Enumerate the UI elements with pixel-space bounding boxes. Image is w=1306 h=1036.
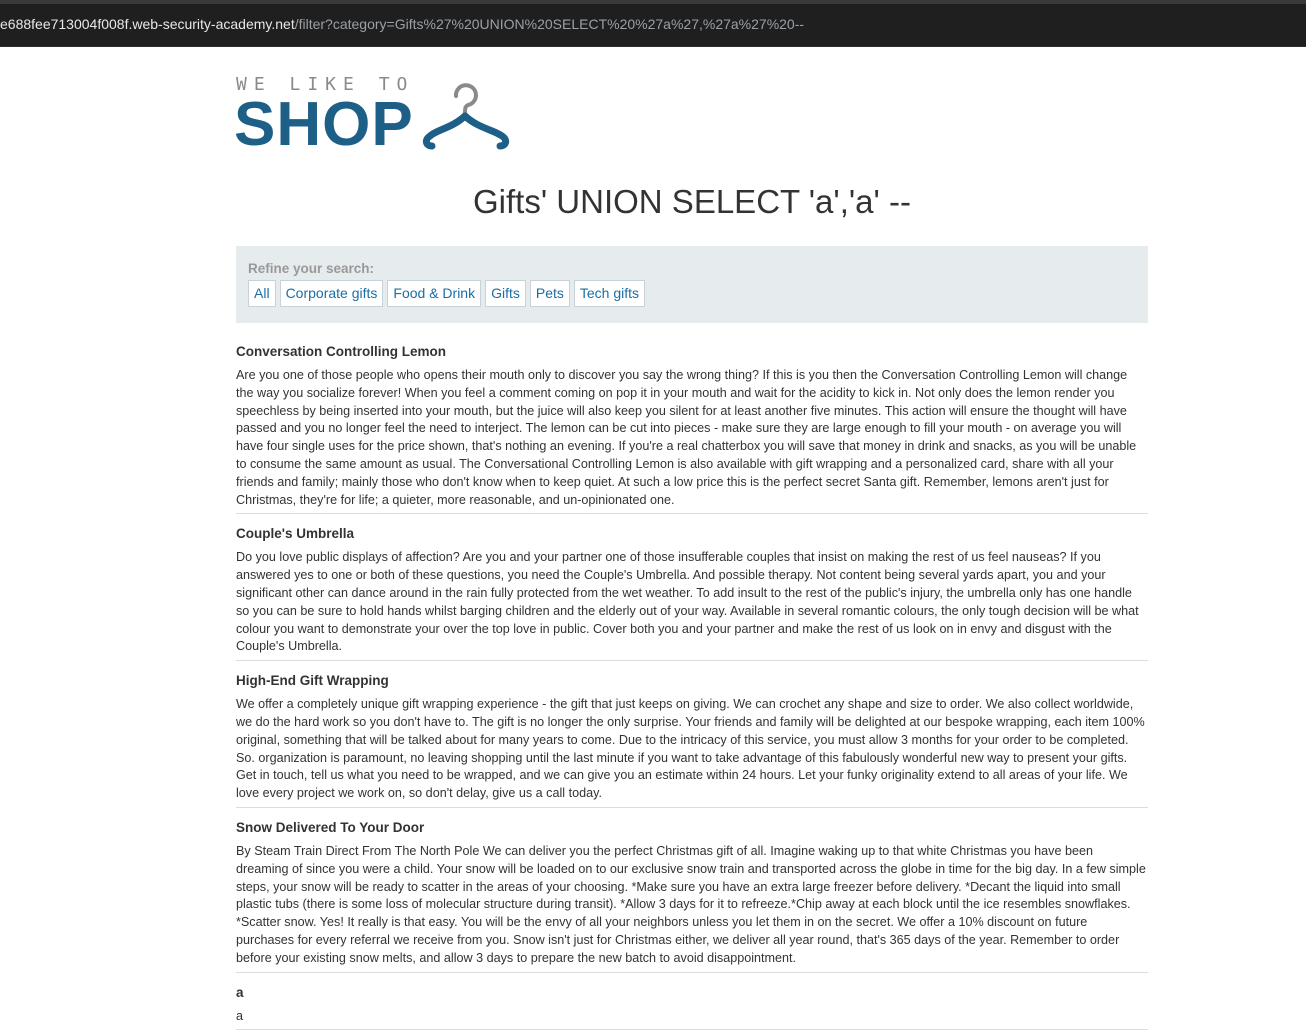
category-link-corporate-gifts[interactable]: Corporate gifts: [279, 280, 384, 307]
url-text[interactable]: e688fee713004f008f.web-security-academy.…: [0, 16, 804, 32]
product-item: Snow Delivered To Your Door By Steam Tra…: [236, 814, 1148, 973]
product-name: High-End Gift Wrapping: [236, 673, 389, 689]
filter-label: Refine your search:: [248, 261, 375, 276]
site-logo[interactable]: WE LIKE TO SHOP: [234, 72, 526, 156]
product-name: Couple's Umbrella: [236, 526, 354, 542]
product-description: a: [236, 1008, 244, 1023]
page-title: Gifts' UNION SELECT 'a','a' --: [473, 183, 911, 220]
category-link-food-drink[interactable]: Food & Drink: [387, 280, 482, 307]
category-link-pets[interactable]: Pets: [529, 280, 570, 307]
product-list: Conversation Controlling Lemon Are you o…: [236, 338, 1148, 1036]
product-name: a: [236, 984, 244, 1000]
category-link-gifts[interactable]: Gifts: [485, 280, 526, 307]
hanger-icon: [422, 83, 510, 150]
filter-panel: Refine your search: All Corporate gifts …: [236, 246, 1148, 323]
category-links: All Corporate gifts Food & Drink Gifts P…: [248, 280, 646, 307]
category-link-all[interactable]: All: [248, 280, 276, 307]
category-link-tech-gifts[interactable]: Tech gifts: [573, 280, 646, 307]
product-item: High-End Gift Wrapping We offer a comple…: [236, 667, 1148, 808]
address-bar[interactable]: e688fee713004f008f.web-security-academy.…: [0, 4, 1306, 47]
product-description: Do you love public displays of affection…: [236, 550, 1139, 654]
product-description: We offer a completely unique gift wrappi…: [236, 697, 1145, 801]
product-name: Snow Delivered To Your Door: [236, 819, 425, 835]
product-description: By Steam Train Direct From The North Pol…: [236, 843, 1146, 965]
product-name: Conversation Controlling Lemon: [236, 344, 447, 359]
product-item: Conversation Controlling Lemon Are you o…: [236, 338, 1148, 515]
product-description: Are you one of those people who opens th…: [236, 368, 1137, 507]
url-host: e688fee713004f008f.web-security-academy.…: [0, 16, 295, 32]
url-path: /filter?category=Gifts%27%20UNION%20SELE…: [294, 16, 805, 32]
product-item: a a: [236, 979, 1148, 1031]
logo-word: SHOP: [234, 90, 414, 159]
product-item: Couple's Umbrella Do you love public dis…: [236, 520, 1148, 662]
